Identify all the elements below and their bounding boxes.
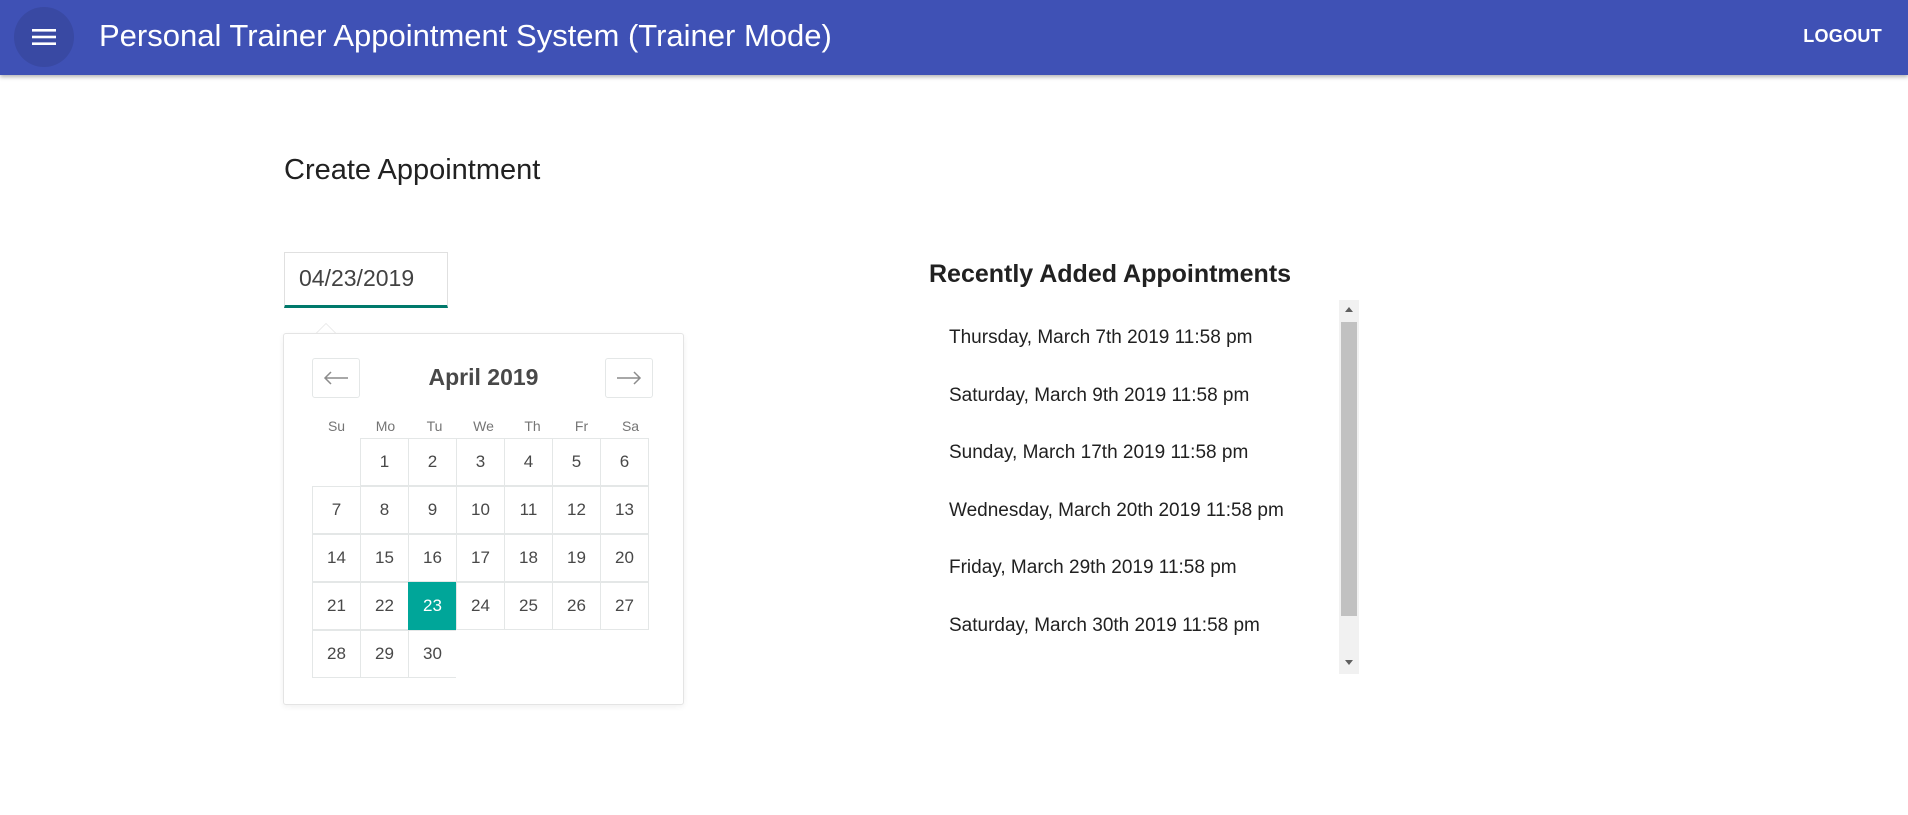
appointment-item[interactable]: Wednesday, March 20th 2019 11:58 pm	[949, 499, 1284, 523]
calendar-empty-cell	[312, 438, 361, 486]
calendar-day[interactable]: 3	[456, 438, 505, 486]
calendar-day[interactable]: 29	[360, 630, 409, 678]
calendar-week: 7 8 9 10 11 12 13	[312, 486, 656, 534]
calendar-day[interactable]: 24	[456, 582, 505, 630]
appointment-item[interactable]: Thursday, March 7th 2019 11:58 pm	[949, 326, 1252, 350]
recent-appointments-list[interactable]: Thursday, March 7th 2019 11:58 pm Saturda…	[929, 300, 1359, 674]
calendar-day[interactable]: 5	[552, 438, 601, 486]
calendar-day[interactable]: 6	[600, 438, 649, 486]
calendar-empty-cell	[552, 630, 601, 678]
menu-button[interactable]	[14, 7, 74, 67]
app-title: Personal Trainer Appointment System (Tra…	[99, 18, 832, 53]
calendar-grid: 1 2 3 4 5 6 7 8 9 10 11 12 13 14 15 16 17 18 19 20 21 22 23 24 2…	[312, 438, 656, 678]
calendar-week: 14 15 16 17 18 19 20	[312, 534, 656, 582]
calendar-day[interactable]: 12	[552, 486, 601, 534]
calendar-day[interactable]: 15	[360, 534, 409, 582]
calendar-day[interactable]: 26	[552, 582, 601, 630]
scrollbar[interactable]	[1339, 300, 1359, 674]
calendar-popup: April 2019 Su Mo Tu We Th Fr Sa 1 2 3 4 5 6 7 8 9 10 11 1…	[283, 333, 684, 705]
appointment-item[interactable]: Sunday, March 17th 2019 11:58 pm	[949, 441, 1248, 465]
appointment-item[interactable]: Friday, March 29th 2019 11:58 pm	[949, 556, 1237, 580]
page-title: Create Appointment	[284, 154, 541, 186]
calendar-day[interactable]: 22	[360, 582, 409, 630]
weekday-label: Su	[327, 418, 346, 434]
appointment-item[interactable]: Saturday, March 30th 2019 11:58 pm	[949, 614, 1260, 638]
calendar-day[interactable]: 17	[456, 534, 505, 582]
calendar-day-selected[interactable]: 23	[408, 582, 457, 630]
date-input[interactable]	[285, 253, 447, 303]
weekday-label: Fr	[574, 418, 589, 434]
weekday-label: Mo	[375, 418, 396, 434]
scroll-up-icon[interactable]	[1345, 307, 1353, 312]
calendar-day[interactable]: 16	[408, 534, 457, 582]
weekday-header: Su Mo Tu We Th Fr Sa	[312, 418, 655, 434]
calendar-day[interactable]: 7	[312, 486, 361, 534]
calendar-day[interactable]: 27	[600, 582, 649, 630]
calendar-day[interactable]: 30	[408, 630, 457, 678]
appointment-item[interactable]: Saturday, March 9th 2019 11:58 pm	[949, 384, 1249, 408]
calendar-day[interactable]: 14	[312, 534, 361, 582]
calendar-day[interactable]: 18	[504, 534, 553, 582]
weekday-label: Tu	[426, 418, 443, 434]
scroll-down-icon[interactable]	[1345, 660, 1353, 665]
app-bar: Personal Trainer Appointment System (Tra…	[0, 0, 1908, 75]
weekday-label: Th	[524, 418, 541, 434]
next-month-button[interactable]	[605, 358, 653, 398]
arrow-right-icon	[617, 371, 642, 385]
calendar-week: 21 22 23 24 25 26 27	[312, 582, 656, 630]
calendar-day[interactable]: 10	[456, 486, 505, 534]
calendar-day[interactable]: 25	[504, 582, 553, 630]
scroll-thumb[interactable]	[1341, 322, 1357, 616]
weekday-label: We	[473, 418, 494, 434]
calendar-empty-cell	[600, 630, 649, 678]
calendar-day[interactable]: 28	[312, 630, 361, 678]
weekday-label: Sa	[621, 418, 640, 434]
calendar-day[interactable]: 1	[360, 438, 409, 486]
calendar-day[interactable]: 11	[504, 486, 553, 534]
recent-appointments-title: Recently Added Appointments	[929, 260, 1292, 288]
calendar-day[interactable]: 21	[312, 582, 361, 630]
calendar-day[interactable]: 9	[408, 486, 457, 534]
menu-icon	[32, 29, 56, 45]
calendar-day[interactable]: 20	[600, 534, 649, 582]
calendar-day[interactable]: 19	[552, 534, 601, 582]
calendar-day[interactable]: 13	[600, 486, 649, 534]
calendar-day[interactable]: 4	[504, 438, 553, 486]
calendar-empty-cell	[504, 630, 553, 678]
logout-button[interactable]: LOGOUT	[1803, 22, 1882, 50]
calendar-week: 28 29 30	[312, 630, 656, 678]
calendar-week: 123456	[312, 438, 656, 486]
date-field[interactable]	[284, 252, 448, 308]
calendar-day[interactable]: 8	[360, 486, 409, 534]
calendar-day[interactable]: 2	[408, 438, 457, 486]
calendar-empty-cell	[456, 630, 505, 678]
